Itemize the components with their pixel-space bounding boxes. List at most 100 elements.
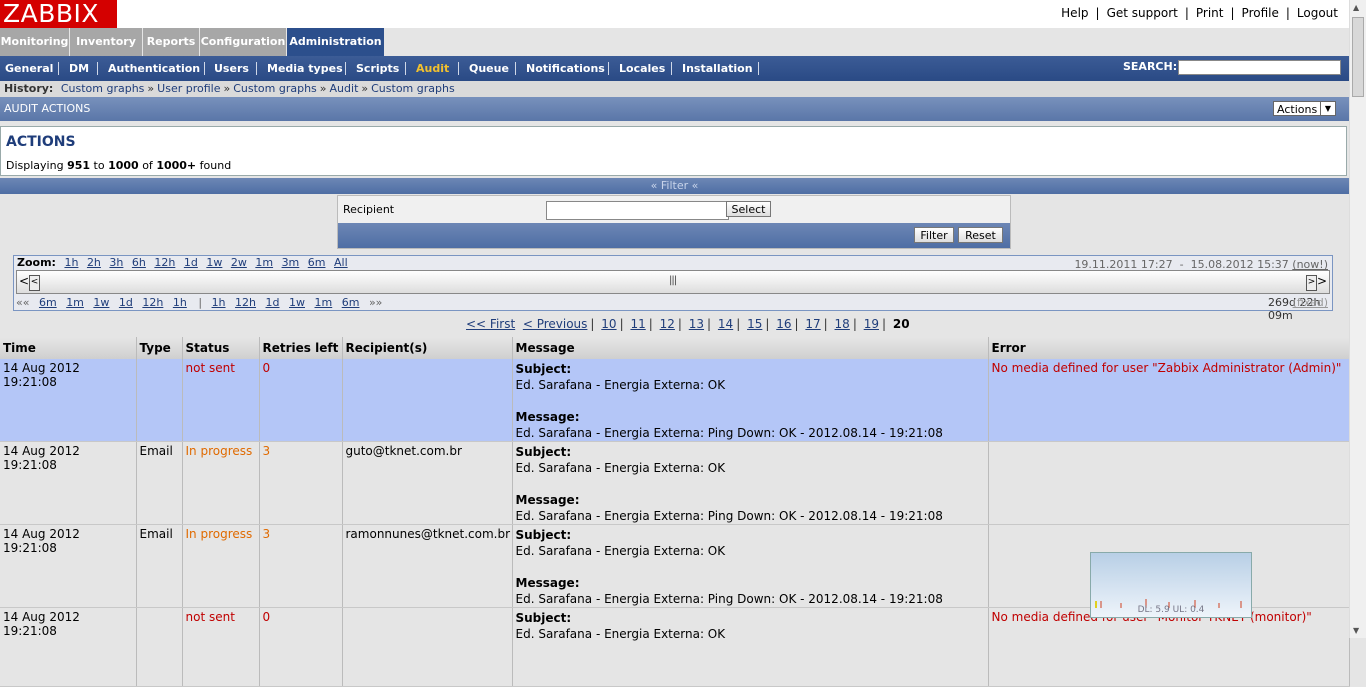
submenu-notifications[interactable]: Notifications [526,56,605,81]
tab-reports[interactable]: Reports [143,28,199,56]
zoom-1w[interactable]: 1w [206,256,222,269]
search-input[interactable] [1178,60,1341,75]
search-label: SEARCH: [1123,60,1178,73]
zoom-2w[interactable]: 2w [231,256,247,269]
tab-monitoring[interactable]: Monitoring [0,28,69,56]
tab-configuration[interactable]: Configuration [200,28,286,56]
table-row[interactable]: 14 Aug 2012 19:21:08 not sent 0 Subject:… [0,607,1350,687]
nav-back-1w[interactable]: 1w [93,296,109,309]
nav-fwd-12h[interactable]: 12h [235,296,256,309]
zoom-2h[interactable]: 2h [87,256,101,269]
timeline-slider[interactable]: < < ||| > > [16,270,1330,294]
page-link[interactable]: 13 [689,317,704,331]
actions-dropdown[interactable]: Actions ▼ [1273,101,1336,116]
zabbix-logo[interactable]: ZABBIX [0,0,117,28]
zoom-3m[interactable]: 3m [282,256,300,269]
nav-back-12h[interactable]: 12h [142,296,163,309]
submenu-queue[interactable]: Queue [469,56,509,81]
filter-form: Recipient Select Filter Reset [337,195,1011,249]
zoom-3h[interactable]: 3h [109,256,123,269]
filter-toggle-bar[interactable]: « Filter « [0,178,1349,194]
submenu-dm[interactable]: DM [69,56,89,81]
zoom-1d[interactable]: 1d [184,256,198,269]
help-link[interactable]: Help [1061,6,1088,20]
slider-grip-icon[interactable]: ||| [669,275,677,286]
print-link[interactable]: Print [1196,6,1224,20]
fixed-toggle[interactable]: (fixed) [1293,296,1328,309]
page-link[interactable]: 15 [747,317,762,331]
logout-link[interactable]: Logout [1297,6,1338,20]
page-link[interactable]: 19 [864,317,879,331]
nav-back-6m[interactable]: 6m [39,296,57,309]
page-previous[interactable]: < Previous [523,317,588,331]
nav-back-1d[interactable]: 1d [119,296,133,309]
submenu-locales[interactable]: Locales [619,56,665,81]
zoom-1h[interactable]: 1h [64,256,78,269]
zoom-12h[interactable]: 12h [154,256,175,269]
submenu-general[interactable]: General [5,56,53,81]
nav-fwd-1h[interactable]: 1h [212,296,226,309]
scrollbar-thumb[interactable] [1352,17,1364,97]
nav-fwd-1d[interactable]: 1d [266,296,280,309]
col-header-type[interactable]: Type [136,337,183,359]
history-item[interactable]: Audit [330,82,359,95]
submenu-authentication[interactable]: Authentication [108,56,200,81]
bandwidth-widget[interactable]: DL: 5.9 UL: 0.4 [1090,552,1252,618]
col-header-time[interactable]: Time [0,337,137,359]
submenu-installation[interactable]: Installation [682,56,753,81]
nav-fwd-1m[interactable]: 1m [315,296,333,309]
nav-fwd-6m[interactable]: 6m [342,296,360,309]
col-header-message[interactable]: Message [512,337,989,359]
filter-button[interactable]: Filter [914,227,954,243]
cell-status: In progress [182,524,260,608]
page-separator: | [619,317,624,331]
recipient-input[interactable] [546,201,729,220]
history-item[interactable]: Custom graphs [61,82,145,95]
nav-fwd-1w[interactable]: 1w [289,296,305,309]
col-header-error[interactable]: Error [988,337,1350,359]
page-link[interactable]: 12 [660,317,675,331]
col-header-status[interactable]: Status [182,337,260,359]
cell-recipient: guto@tknet.com.br [342,441,513,525]
arrow-right-icon[interactable]: > [1317,274,1327,288]
page-link[interactable]: 11 [630,317,645,331]
page-link[interactable]: 10 [601,317,616,331]
scroll-down-icon[interactable]: ▼ [1353,626,1359,635]
page-link[interactable]: 14 [718,317,733,331]
submenu-separator [97,62,98,75]
history-item[interactable]: Custom graphs [233,82,317,95]
tab-administration[interactable]: Administration [287,28,384,56]
submenu-media-types[interactable]: Media types [267,56,343,81]
history-item[interactable]: User profile [157,82,220,95]
subject-text: Ed. Sarafana - Energia Externa: OK [515,627,726,641]
zoom-all[interactable]: All [334,256,348,269]
page-link[interactable]: 16 [776,317,791,331]
tab-inventory[interactable]: Inventory [70,28,142,56]
slider-right-handle[interactable]: > [1306,275,1317,291]
reset-button[interactable]: Reset [958,227,1003,243]
col-header-recipients[interactable]: Recipient(s) [342,337,513,359]
get-support-link[interactable]: Get support [1107,6,1178,20]
history-item[interactable]: Custom graphs [371,82,455,95]
arrow-left-icon[interactable]: < [19,274,29,288]
page-first[interactable]: << First [466,317,515,331]
nav-back-1m[interactable]: 1m [66,296,84,309]
scroll-up-icon[interactable]: ▲ [1353,3,1359,12]
slider-left-handle[interactable]: < [29,275,40,291]
zoom-6h[interactable]: 6h [132,256,146,269]
nav-back-1h[interactable]: 1h [173,296,187,309]
submenu-scripts[interactable]: Scripts [356,56,399,81]
table-row[interactable]: 14 Aug 2012 19:21:08 Email In progress 3… [0,441,1350,525]
submenu-audit[interactable]: Audit [416,56,449,81]
page-link[interactable]: 18 [835,317,850,331]
vertical-scrollbar[interactable]: ▲ ▼ [1349,0,1366,638]
page-link[interactable]: 17 [805,317,820,331]
table-row[interactable]: 14 Aug 2012 19:21:08 not sent 0 Subject:… [0,359,1350,442]
select-button[interactable]: Select [726,201,771,217]
col-header-retries[interactable]: Retries left [259,337,343,359]
recipient-label: Recipient [343,203,395,216]
zoom-6m[interactable]: 6m [308,256,326,269]
submenu-users[interactable]: Users [214,56,249,81]
profile-link[interactable]: Profile [1242,6,1279,20]
zoom-1m[interactable]: 1m [255,256,273,269]
